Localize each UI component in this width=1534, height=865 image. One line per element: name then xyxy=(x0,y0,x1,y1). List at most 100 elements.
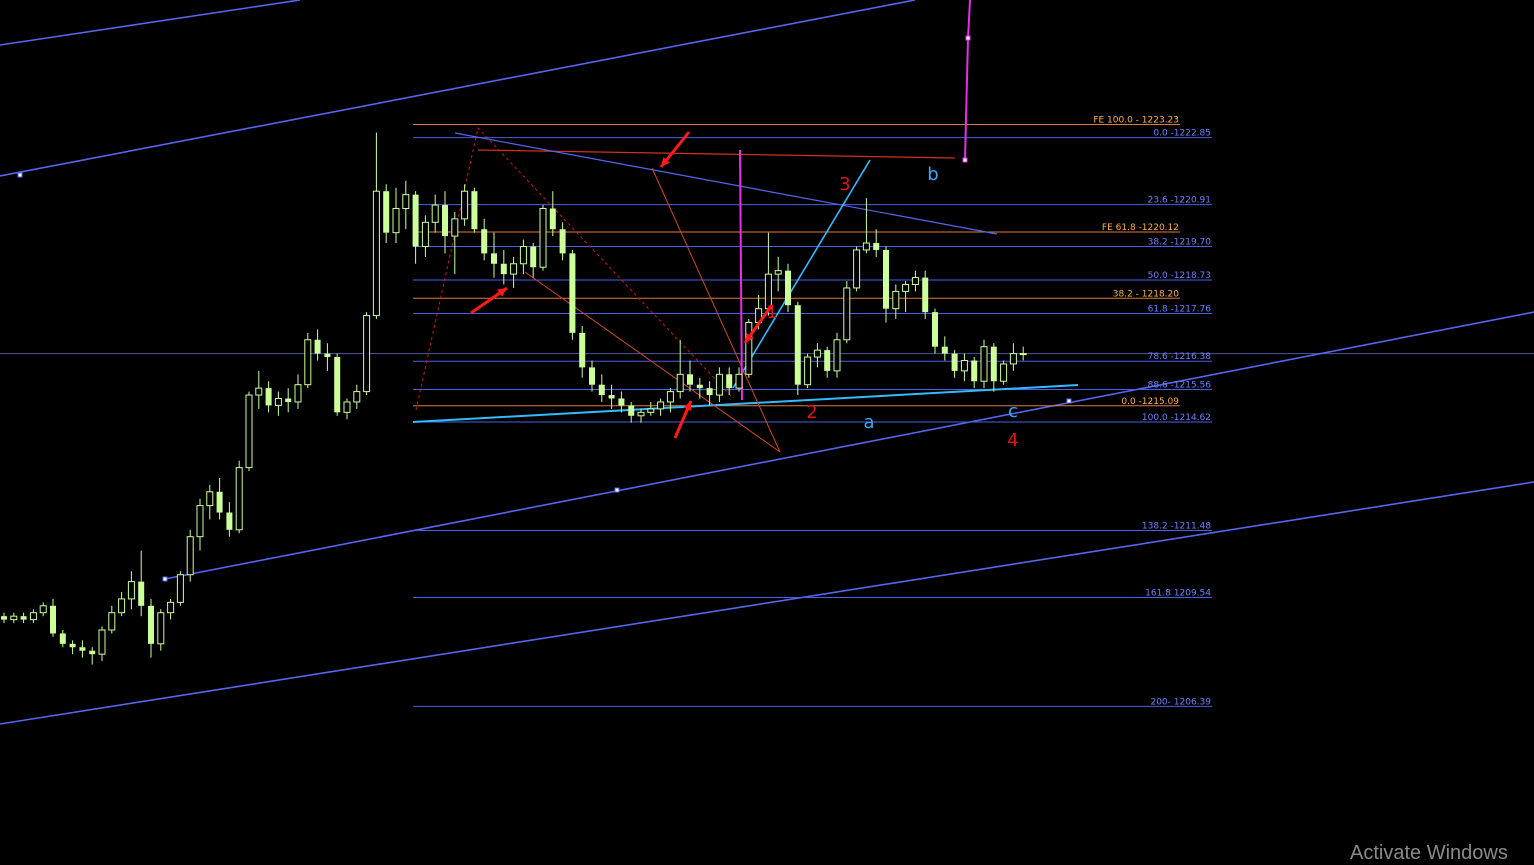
candle-body-bull xyxy=(902,283,910,292)
channel-anchor xyxy=(614,487,620,493)
candle-body-bear xyxy=(726,374,733,389)
candle-body-bear xyxy=(412,194,419,247)
candle-body-bull xyxy=(206,491,214,507)
price-chart[interactable]: 0.0 -1222.85 23.6 -1220.91 38.2 -1219.70 50… xyxy=(0,0,1534,856)
candle-body-bear xyxy=(1,616,7,620)
fib-level-label: 50.0 -1218.73 xyxy=(1148,271,1211,281)
pink-anchor xyxy=(965,35,971,41)
candle-body-bull xyxy=(843,287,851,341)
fib-level-label: 0.0 -1222.85 xyxy=(1153,129,1211,139)
candle-body-bear xyxy=(628,405,635,416)
fib-level-label: 88.6 -1215.56 xyxy=(1148,381,1212,391)
candle-body-bear xyxy=(785,270,791,306)
pink-anchor xyxy=(962,157,968,163)
fib-expansion-label: FE 100.0 - 1223.23 xyxy=(1093,116,1179,126)
fib-expansion-label: FE 61.8 -1220.12 xyxy=(1102,223,1179,233)
activate-windows-watermark: Activate Windows xyxy=(1350,842,1508,864)
wave-label: a xyxy=(863,412,874,433)
candle-body-bear xyxy=(971,360,978,382)
candle-body-bear xyxy=(618,398,625,406)
fib-level-label: 38.2 -1219.70 xyxy=(1148,237,1212,247)
fib-level-label: 200- 1206.39 xyxy=(1150,697,1211,707)
candle-body-bull xyxy=(10,615,18,621)
candle-body-bull xyxy=(245,394,253,469)
candle-body-bull xyxy=(421,221,429,247)
candle-body-bull xyxy=(892,290,900,310)
candle-body-bear xyxy=(216,491,223,513)
candle-body-bear xyxy=(951,353,958,371)
candle-body-bear xyxy=(314,339,321,354)
candle-body-bear xyxy=(932,312,938,347)
channel-anchor xyxy=(17,172,23,178)
wave-label: 3 xyxy=(839,174,850,195)
candle-body-bear xyxy=(481,229,488,254)
candle-body-bear xyxy=(824,350,831,371)
candle-body-bear xyxy=(530,246,537,268)
candle-body-bull xyxy=(392,207,400,234)
wave-label: 2 xyxy=(806,402,817,423)
candle-body-bull xyxy=(372,190,380,317)
candle-body-bull xyxy=(804,356,812,386)
candle-body-bear xyxy=(324,353,331,358)
channel-anchor xyxy=(162,576,168,582)
candle-body-bull xyxy=(833,339,841,372)
candle-body-bull xyxy=(108,612,116,631)
candle-body-bear xyxy=(491,253,497,264)
candle-body-bull xyxy=(304,339,312,386)
candle-body-bear xyxy=(226,512,233,530)
candle-body-bull xyxy=(637,411,645,417)
candle-body-bull xyxy=(813,349,821,358)
candle-body-bull xyxy=(29,612,37,621)
candle-body-bear xyxy=(922,277,929,313)
candle-body-bull xyxy=(960,360,968,372)
candle-body-bull xyxy=(235,467,243,531)
candle-body-bear xyxy=(471,191,478,230)
candle-body-bear xyxy=(941,346,948,354)
candle-body-bear xyxy=(559,229,566,254)
wave-label: b xyxy=(927,164,938,185)
wave-label: 4 xyxy=(1007,430,1018,451)
candle-body-bear xyxy=(89,650,96,655)
channel-anchor xyxy=(1066,398,1072,404)
candle-body-bear xyxy=(138,581,145,606)
candle-body-bull xyxy=(402,194,410,209)
candle-body-bull xyxy=(1009,353,1017,365)
candle-body-bear xyxy=(69,643,76,648)
candle-body-bear xyxy=(442,205,448,237)
candle-body-bull xyxy=(196,505,204,538)
candle-body-bull xyxy=(510,263,518,275)
candle-body-bull xyxy=(363,315,371,393)
candle-body-bull xyxy=(745,321,753,375)
wave-label: 1 xyxy=(766,302,777,323)
candle-body-bear xyxy=(59,633,66,644)
candle-body-bear xyxy=(569,253,576,333)
candle-body-bear xyxy=(687,374,693,385)
fib-level-label: 78.6 -1216.38 xyxy=(1148,352,1212,362)
candle-body-bear xyxy=(265,388,272,406)
fib-level-label: 61.8 -1217.76 xyxy=(1148,305,1212,315)
candle-body-bear xyxy=(706,388,713,396)
candle-body-bear xyxy=(696,384,703,389)
fib-level-label: 138.2 -1211.48 xyxy=(1142,521,1211,531)
candle-body-bull xyxy=(343,401,351,413)
candle-body-bear xyxy=(579,332,586,368)
candle-body-bull xyxy=(274,398,282,406)
fib-expansion-label: 0.0 -1215.09 xyxy=(1121,397,1179,407)
fib-level-label: 161.8 1209.54 xyxy=(1145,589,1211,599)
candle-body-bull xyxy=(911,277,919,285)
candle-body-bull xyxy=(157,612,165,645)
candle-body-bear xyxy=(50,605,56,634)
wave-label: c xyxy=(1008,401,1018,422)
candle-body-bull xyxy=(186,536,194,576)
candle-body-bull xyxy=(255,387,263,396)
candle-body-bull xyxy=(1019,353,1027,356)
candle-body-bull xyxy=(657,401,665,410)
fib-expansion-label: 38.2 - 1218.20 xyxy=(1113,289,1179,299)
candle-body-bear xyxy=(500,263,507,275)
candle-body-bull xyxy=(676,373,684,393)
candle-body-bull xyxy=(353,391,361,403)
candle-body-bear xyxy=(549,208,556,230)
candle-body-bull xyxy=(294,384,302,403)
candle-body-bear xyxy=(20,616,27,620)
candle-body-bear xyxy=(883,249,889,309)
